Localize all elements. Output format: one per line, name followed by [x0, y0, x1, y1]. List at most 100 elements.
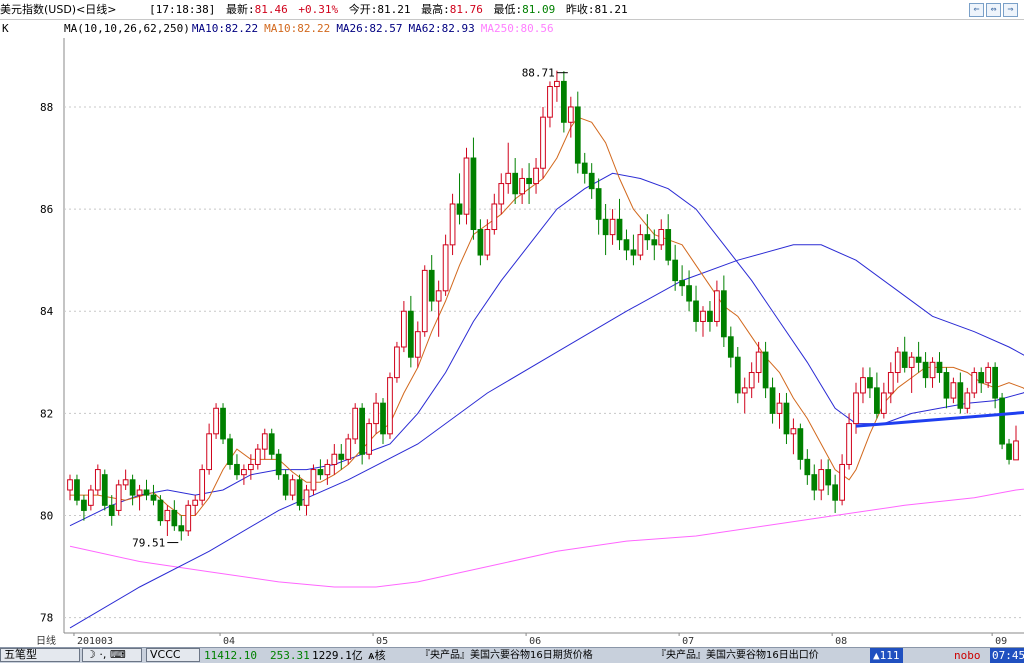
y-tick-label-3: 84	[40, 305, 54, 318]
candle-body-115	[867, 377, 873, 389]
x-tick-label-5: 07	[682, 636, 694, 647]
candle-body-81	[630, 249, 637, 256]
y-tick-label-4: 86	[40, 203, 53, 216]
candle-body-44	[373, 402, 379, 425]
tray-tool-buttons[interactable]: ☽ ·, ⌨	[82, 648, 142, 662]
open-value: 81.21	[377, 3, 411, 16]
candle-body-4	[94, 469, 101, 491]
open-label: 今开:	[348, 3, 378, 16]
candle-body-7	[115, 484, 122, 511]
candle-body-27	[254, 448, 261, 465]
candle-body-113	[853, 392, 859, 425]
candle-body-68	[540, 116, 546, 169]
candle-body-90	[693, 300, 699, 322]
candle-body-124	[929, 361, 936, 379]
candle-body-80	[623, 239, 630, 251]
candlestick-chart[interactable]: 78 80 82 84 86 88 日线 201003 04 05 06 07 08 09 88.71 79.…	[0, 38, 1024, 647]
candle-body-35	[310, 469, 317, 491]
candle-body-134	[999, 397, 1005, 445]
candle-body-11	[143, 489, 150, 496]
candle-body-104	[790, 428, 797, 435]
candle-body-15	[171, 509, 178, 527]
candle-body-136	[1013, 440, 1019, 461]
ticker-tail: ѧ核	[368, 649, 386, 662]
dot-icon: ·,	[99, 648, 107, 661]
news-ticker-1[interactable]: 『央产品』美国六要谷物16日期货价格	[420, 648, 593, 663]
candle-body-92	[707, 310, 713, 322]
ma-legend: MA(10,10,26,62,250) MA10:82.22 MA10:82.22 M…	[64, 21, 560, 37]
candle-body-121	[908, 356, 915, 368]
candle-body-59	[477, 229, 484, 256]
candle-body-102	[776, 402, 783, 414]
candle-body-0	[67, 479, 73, 491]
tray-value: 111	[879, 649, 900, 662]
candle-body-126	[943, 372, 950, 399]
x-tick-label-3: 05	[376, 636, 388, 647]
candle-body-57	[463, 157, 470, 215]
taskbar: 五笔型 ☽ ·, ⌨ VCCC 11412.10 253.31 1229.1亿 …	[0, 647, 1024, 663]
candle-body-30	[275, 453, 282, 476]
candle-body-21	[213, 407, 219, 435]
candle-body-46	[387, 377, 393, 435]
quote-header: 美元指数(USD)<日线> [17:18:38] 最新:81.46 +0.31%…	[0, 0, 1024, 20]
keyboard-icon: ⌨	[109, 648, 126, 661]
input-method-name: 五笔型	[4, 648, 37, 661]
candle-body-77	[602, 218, 609, 236]
candle-body-129	[964, 392, 971, 409]
x-tick-label-2: 04	[223, 636, 235, 647]
candle-body-97	[741, 387, 748, 394]
ma-params: MA(10,10,26,62,250)	[64, 22, 190, 35]
ma-value-5: MA250:80.56	[480, 22, 554, 35]
candle-body-2	[81, 499, 87, 511]
ma-value-4: MA62:82.93	[408, 22, 475, 35]
high-value: 81.76	[449, 3, 483, 16]
annotation-label-0: 88.71	[522, 67, 555, 80]
high-label: 最高:	[421, 3, 450, 16]
prev-close-label: 昨收:	[565, 3, 595, 16]
candle-body-100	[762, 351, 769, 389]
candle-body-112	[846, 423, 852, 465]
candle-body-127	[950, 382, 957, 399]
input-method-indicator[interactable]: 五笔型	[0, 648, 80, 662]
candle-body-64	[512, 172, 519, 195]
candle-body-40	[345, 438, 352, 460]
tray-indicator[interactable]: ▲111	[870, 648, 903, 663]
candle-body-98	[748, 372, 755, 389]
candle-body-133	[992, 366, 998, 399]
zoom-button[interactable]: ⇔	[986, 3, 1001, 17]
candle-body-63	[505, 172, 512, 185]
low-label: 最低:	[493, 3, 523, 16]
candle-body-132	[985, 366, 992, 384]
ma26-line	[69, 172, 1024, 527]
candle-body-107	[811, 474, 818, 491]
candle-body-5	[101, 474, 108, 506]
candle-body-85	[658, 229, 665, 246]
annotation-label-1: 79.51	[132, 537, 165, 550]
candle-body-29	[268, 433, 275, 455]
task-tab[interactable]: VCCC	[146, 648, 200, 662]
candle-body-23	[227, 438, 233, 465]
candle-body-119	[894, 351, 901, 374]
candle-body-74	[581, 162, 588, 174]
candle-body-87	[672, 259, 679, 282]
task-tab-label: VCCC	[150, 648, 181, 661]
prev-close-value: 81.21	[594, 3, 628, 16]
candle-body-84	[651, 239, 658, 246]
candle-body-82	[637, 234, 644, 256]
candle-body-34	[303, 489, 310, 506]
x-tick-label-4: 06	[529, 636, 541, 647]
candle-body-19	[199, 469, 206, 501]
y-tick-label-1: 80	[40, 510, 53, 523]
x-tick-label-0: 日线	[36, 634, 56, 647]
candle-body-89	[686, 285, 692, 302]
candle-body-67	[533, 167, 539, 185]
candle-body-3	[88, 489, 94, 506]
candle-body-96	[734, 356, 741, 394]
candle-body-111	[839, 463, 845, 501]
low-value: 81.09	[522, 3, 556, 16]
change-percent: +0.31%	[298, 3, 339, 16]
news-ticker-2[interactable]: 『央产品』美国六要谷物16日出口价	[656, 648, 819, 663]
scroll-right-button[interactable]: ⇒	[1003, 3, 1018, 17]
scroll-left-button[interactable]: ⇐	[969, 3, 984, 17]
candle-body-114	[860, 377, 866, 394]
